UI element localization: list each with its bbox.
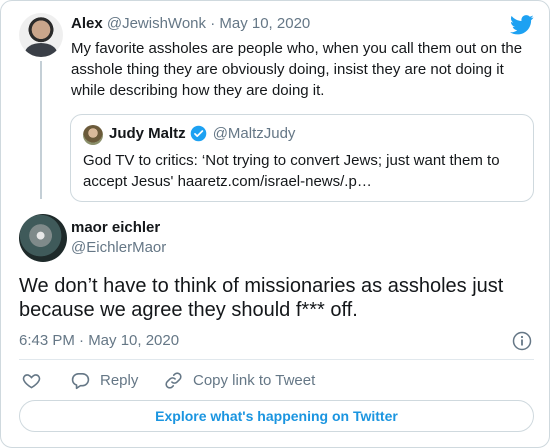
author-handle[interactable]: @EichlerMaor [71,239,166,256]
explore-twitter-button[interactable]: Explore what's happening on Twitter [19,400,534,432]
divider [19,359,534,360]
tweet-date[interactable]: May 10, 2020 [219,15,310,32]
avatar [83,125,103,145]
thread-line [40,61,42,199]
author-name[interactable]: maor eichler [71,219,160,236]
avatar[interactable] [19,13,63,57]
quoted-tweet-text: God TV to critics: ‘Not trying to conver… [83,152,500,190]
copy-link-button[interactable]: Copy link to Tweet [164,371,315,390]
quoted-tweet-header: Judy Maltz @MaltzJudy [109,125,295,142]
info-icon[interactable] [512,331,532,351]
tweet-timestamp[interactable]: 6:43 PM · May 10, 2020 [19,332,179,349]
author-handle: @MaltzJudy [212,125,296,142]
reply-label: Reply [100,372,139,389]
heart-icon [22,374,41,389]
parent-tweet-text: My favorite assholes are people who, whe… [71,40,523,99]
avatar[interactable] [19,214,67,262]
author-handle[interactable]: @JewishWonk [107,15,206,32]
author-name[interactable]: Alex [71,15,103,32]
parent-tweet-header: Alex @JewishWonk · May 10, 2020 [71,15,310,32]
like-button[interactable] [22,371,41,390]
quoted-tweet[interactable]: Judy Maltz @MaltzJudy God TV to critics:… [70,114,534,202]
author-name: Judy Maltz [109,125,186,142]
verified-badge-icon [190,125,206,142]
tweet-text: We don’t have to think of missionaries a… [19,275,504,321]
reply-button[interactable]: Reply [71,371,138,390]
reply-icon [71,372,90,390]
tweet-embed-card: Alex @JewishWonk · May 10, 2020 My favor… [0,0,550,448]
link-icon [165,372,182,389]
copy-link-label: Copy link to Tweet [193,372,316,389]
twitter-bird-icon[interactable] [510,15,534,35]
separator: · [210,15,216,32]
